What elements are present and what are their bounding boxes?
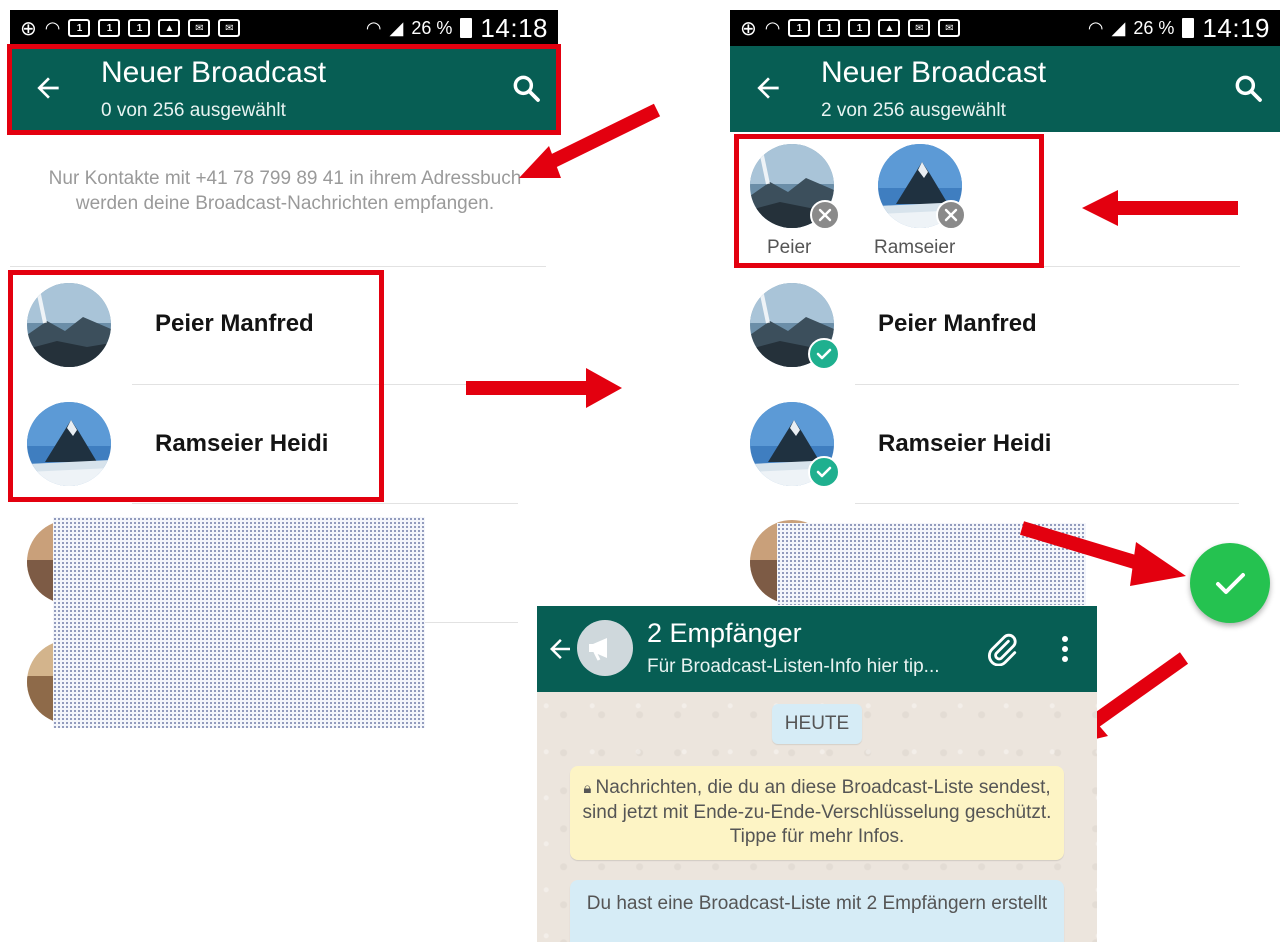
check-icon xyxy=(816,466,832,478)
divider xyxy=(10,266,546,267)
divider xyxy=(855,503,1239,504)
status-bar-right: ⊕ ◠ 1 1 1 ▲ ✉ ✉ ◠ ◢ 26 % 14:19 xyxy=(730,10,1280,46)
check-icon xyxy=(816,348,832,360)
wifi-call-icon: ◠ xyxy=(44,17,61,38)
image-icon: ▲ xyxy=(158,19,181,37)
clock: 14:19 xyxy=(1202,12,1270,43)
selection-count: 2 von 256 ausgewählt xyxy=(821,100,1006,121)
chat-title[interactable]: 2 Empfänger xyxy=(647,618,802,649)
battery-text: 26 % xyxy=(1133,17,1175,38)
lock-icon: 🔒︎ xyxy=(583,780,596,797)
status-bar-left: ⊕ ◠ 1 1 1 ▲ ✉ ✉ ◠ ◢ 26 % 14:18 xyxy=(10,10,558,46)
wifi-icon: ◠ xyxy=(1087,17,1104,38)
app-bar-right: Neuer Broadcast 2 von 256 ausgewählt xyxy=(730,46,1280,132)
wifi-call-icon: ◠ xyxy=(764,17,781,38)
system-message: Du hast eine Broadcast-Liste mit 2 Empfä… xyxy=(570,880,1064,942)
mail-icon: ✉ xyxy=(218,19,241,37)
wifi-icon: ◠ xyxy=(365,17,382,38)
mail-icon: ✉ xyxy=(908,19,931,37)
paperclip-icon[interactable] xyxy=(985,632,1019,666)
chat-header: 2 Empfänger Für Broadcast-Listen-Info hi… xyxy=(537,606,1097,692)
encryption-notice[interactable]: 🔒︎ Nachrichten, die du an diese Broadcas… xyxy=(570,766,1064,860)
battery-icon xyxy=(460,18,473,38)
page-title: Neuer Broadcast xyxy=(821,56,1047,89)
check-icon xyxy=(1216,573,1245,594)
arrow-to-header-icon xyxy=(519,103,661,178)
confirm-fab-button[interactable] xyxy=(1190,543,1270,623)
back-arrow-icon[interactable] xyxy=(545,634,575,664)
search-icon[interactable] xyxy=(1232,72,1264,104)
signal-icon: ◢ xyxy=(389,17,404,38)
back-arrow-icon[interactable] xyxy=(752,72,784,104)
image-icon: ▲ xyxy=(878,19,901,37)
divider xyxy=(1044,266,1240,267)
plus-icon: ⊕ xyxy=(20,17,37,40)
highlight-selected-chips xyxy=(734,134,1044,268)
encryption-text: Nachrichten, die du an diese Broadcast-L… xyxy=(582,777,1052,847)
more-options-icon[interactable] xyxy=(1053,632,1077,666)
notification-box-icon: 1 xyxy=(68,19,91,37)
megaphone-icon xyxy=(589,638,607,661)
highlight-app-bar xyxy=(7,44,561,135)
notification-box-icon: 1 xyxy=(818,19,841,37)
redacted-area xyxy=(53,517,425,728)
arrow-right-icon xyxy=(466,368,622,408)
battery-icon xyxy=(1182,18,1195,38)
arrow-to-fab-icon xyxy=(1019,521,1186,586)
notification-icons: ⊕ ◠ 1 1 1 ▲ ✉ ✉ xyxy=(740,16,961,41)
notification-box-icon: 1 xyxy=(788,19,811,37)
broadcast-avatar[interactable] xyxy=(577,620,633,676)
highlight-contacts-left xyxy=(8,270,384,502)
arrow-left-icon xyxy=(1082,190,1238,226)
notification-box-icon: 1 xyxy=(98,19,121,37)
plus-icon: ⊕ xyxy=(740,17,757,40)
date-divider: HEUTE xyxy=(772,704,862,744)
mail-icon: ✉ xyxy=(188,19,211,37)
divider xyxy=(855,384,1239,385)
mail-icon: ✉ xyxy=(938,19,961,37)
contact-name[interactable]: Peier Manfred xyxy=(878,310,1037,338)
notification-icons: ⊕ ◠ 1 1 1 ▲ ✉ ✉ xyxy=(20,16,241,41)
clock: 14:18 xyxy=(480,12,548,43)
notification-box-icon: 1 xyxy=(128,19,151,37)
contact-name[interactable]: Ramseier Heidi xyxy=(878,430,1051,458)
selected-check-badge xyxy=(808,338,840,370)
battery-text: 26 % xyxy=(411,17,453,38)
signal-icon: ◢ xyxy=(1111,17,1126,38)
selected-check-badge xyxy=(808,456,840,488)
broadcast-chat-panel: 2 Empfänger Für Broadcast-Listen-Info hi… xyxy=(537,606,1097,942)
broadcast-notice: Nur Kontakte mit +41 78 799 89 41 in ihr… xyxy=(48,168,522,214)
divider xyxy=(132,503,518,504)
notification-box-icon: 1 xyxy=(848,19,871,37)
chat-subtitle[interactable]: Für Broadcast-Listen-Info hier tip... xyxy=(647,656,940,678)
